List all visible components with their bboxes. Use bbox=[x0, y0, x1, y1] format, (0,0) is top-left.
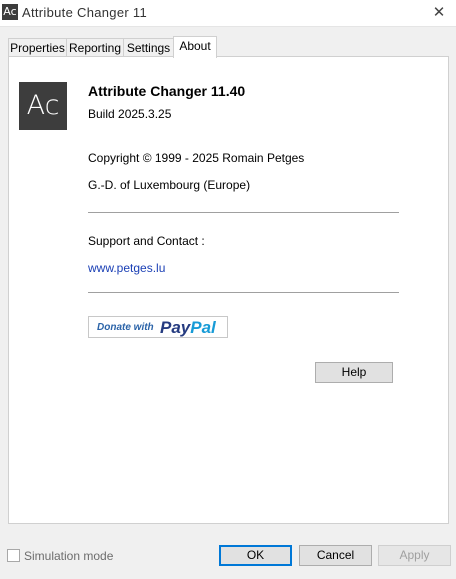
country-text: G.-D. of Luxembourg (Europe) bbox=[88, 178, 251, 192]
paypal-logo: PayPal bbox=[160, 318, 216, 337]
simulation-mode-checkbox[interactable] bbox=[7, 549, 20, 562]
cancel-button[interactable]: Cancel bbox=[299, 545, 372, 566]
about-panel: Ac Attribute Changer 11.40 Build 2025.3.… bbox=[8, 56, 449, 524]
tab-properties[interactable]: Properties bbox=[8, 38, 67, 57]
divider bbox=[88, 292, 399, 293]
tab-reporting[interactable]: Reporting bbox=[66, 38, 124, 57]
ok-button[interactable]: OK bbox=[219, 545, 292, 566]
simulation-mode-option[interactable]: Simulation mode bbox=[7, 549, 113, 563]
website-link[interactable]: www.petges.lu bbox=[88, 261, 165, 275]
divider bbox=[88, 212, 399, 213]
close-button[interactable]: ✕ bbox=[422, 0, 456, 26]
build-number: Build 2025.3.25 bbox=[88, 107, 172, 121]
title-bar: Ac Attribute Changer 11 ✕ bbox=[0, 0, 456, 27]
window-title: Attribute Changer 11 bbox=[22, 5, 147, 20]
tab-settings[interactable]: Settings bbox=[123, 38, 174, 57]
tab-about[interactable]: About bbox=[173, 36, 217, 58]
donate-label: Donate with bbox=[97, 322, 154, 333]
help-button[interactable]: Help bbox=[315, 362, 393, 383]
paypal-donate-button[interactable]: Donate with PayPal bbox=[88, 316, 228, 338]
support-label: Support and Contact : bbox=[88, 234, 205, 248]
apply-button[interactable]: Apply bbox=[378, 545, 451, 566]
simulation-mode-label: Simulation mode bbox=[24, 549, 114, 563]
copyright-text: Copyright © 1999 - 2025 Romain Petges bbox=[88, 151, 305, 165]
app-icon: Ac bbox=[2, 4, 18, 20]
product-name: Attribute Changer 11.40 bbox=[88, 83, 246, 99]
app-logo: Ac bbox=[19, 82, 67, 130]
